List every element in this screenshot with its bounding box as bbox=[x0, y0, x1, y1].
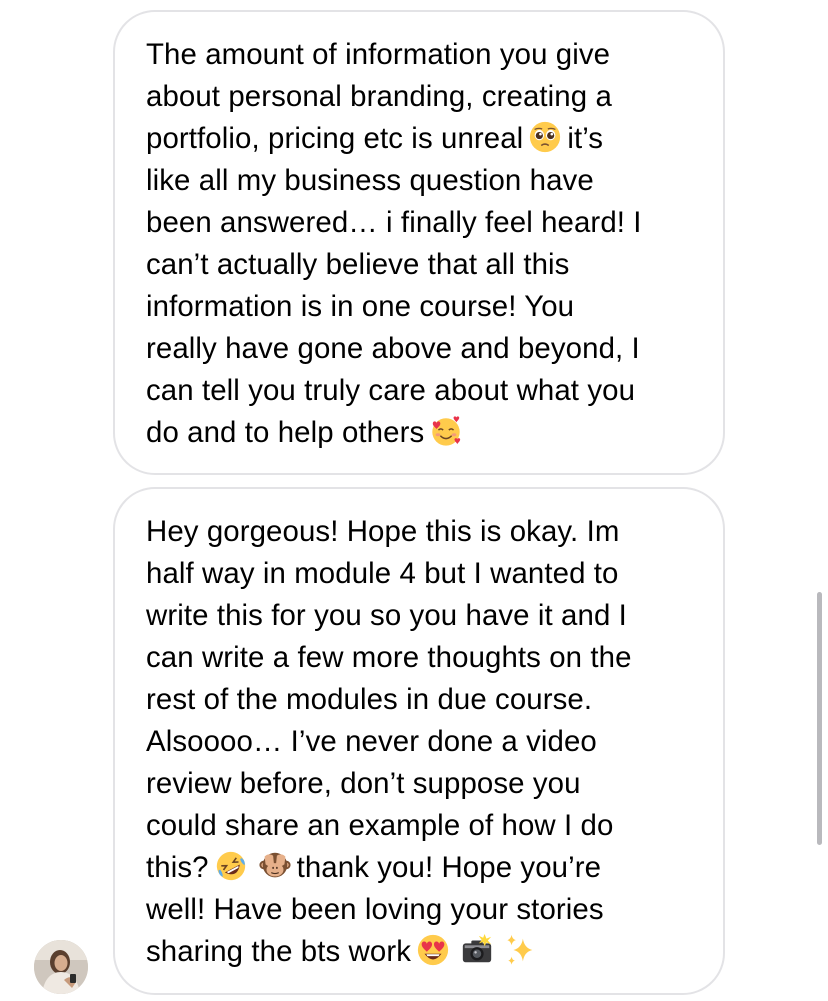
heart-eyes-icon bbox=[416, 933, 450, 967]
message-text: portfolio, pricing etc is unreal bbox=[146, 122, 524, 155]
message-text: this? bbox=[146, 851, 209, 884]
message-text: review before, don’t suppose you bbox=[146, 767, 581, 800]
message-text: sharing the bts work bbox=[146, 935, 412, 968]
message-text: like all my business question have bbox=[146, 164, 594, 197]
message-text: been answered… i finally feel heard! I bbox=[146, 206, 642, 239]
message-line: this? thank you! Hope you’re bbox=[146, 847, 693, 889]
message-line: The amount of information you give bbox=[146, 34, 693, 76]
sender-avatar[interactable] bbox=[34, 940, 88, 994]
message-text: Alsoooo… I’ve never done a video bbox=[146, 725, 597, 758]
message-line: can write a few more thoughts on the bbox=[146, 637, 693, 679]
avatar-photo-icon bbox=[34, 940, 88, 994]
message-text: can tell you truly care about what you bbox=[146, 374, 636, 407]
message-line: half way in module 4 but I wanted to bbox=[146, 553, 693, 595]
message-bubble[interactable]: The amount of information you give about … bbox=[113, 10, 725, 475]
message-text: about personal branding, creating a bbox=[146, 80, 612, 113]
message-line: rest of the modules in due course. bbox=[146, 679, 693, 721]
message-text: it’s bbox=[567, 122, 604, 155]
message-text: really have gone above and beyond, I bbox=[146, 332, 640, 365]
message-line: write this for you so you have it and I bbox=[146, 595, 693, 637]
message-line: really have gone above and beyond, I bbox=[146, 328, 693, 370]
message-text: half way in module 4 but I wanted to bbox=[146, 557, 619, 590]
message-text: can write a few more thoughts on the bbox=[146, 641, 632, 674]
message-text: Hey gorgeous! Hope this is okay. Im bbox=[146, 515, 620, 548]
message-line: been answered… i finally feel heard! I bbox=[146, 202, 693, 244]
message-line: portfolio, pricing etc is unreal it’s bbox=[146, 118, 693, 160]
message-text: well! Have been loving your stories bbox=[146, 893, 604, 926]
message-line: well! Have been loving your stories bbox=[146, 889, 693, 931]
see-no-evil-monkey-icon bbox=[258, 849, 292, 883]
message-line: like all my business question have bbox=[146, 160, 693, 202]
rolling-on-floor-laughing-icon bbox=[214, 849, 248, 883]
message-line: do and to help others bbox=[146, 412, 693, 454]
message-line: review before, don’t suppose you bbox=[146, 763, 693, 805]
message-text: thank you! Hope you’re bbox=[296, 851, 602, 884]
message-text: write this for you so you have it and I bbox=[146, 599, 627, 632]
pleading-face-icon bbox=[528, 120, 562, 154]
camera-with-flash-icon bbox=[460, 933, 494, 967]
message-text: rest of the modules in due course. bbox=[146, 683, 593, 716]
message-text: The amount of information you give bbox=[146, 38, 611, 71]
message-line: about personal branding, creating a bbox=[146, 76, 693, 118]
message-line: Hey gorgeous! Hope this is okay. Im bbox=[146, 511, 693, 553]
message-text: do and to help others bbox=[146, 416, 425, 449]
sparkles-icon bbox=[504, 933, 538, 967]
message-text: could share an example of how I do bbox=[146, 809, 614, 842]
message-line: information is in one course! You bbox=[146, 286, 693, 328]
message-text: can’t actually believe that all this bbox=[146, 248, 570, 281]
message-line: can tell you truly care about what you bbox=[146, 370, 693, 412]
smiling-face-with-hearts-icon bbox=[429, 414, 463, 448]
message-line: can’t actually believe that all this bbox=[146, 244, 693, 286]
message-line: sharing the bts work bbox=[146, 931, 693, 973]
message-text: information is in one course! You bbox=[146, 290, 575, 323]
message-line: Alsoooo… I’ve never done a video bbox=[146, 721, 693, 763]
scrollbar[interactable] bbox=[817, 592, 822, 845]
message-bubble[interactable]: Hey gorgeous! Hope this is okay. Im half … bbox=[113, 487, 725, 995]
message-line: could share an example of how I do bbox=[146, 805, 693, 847]
